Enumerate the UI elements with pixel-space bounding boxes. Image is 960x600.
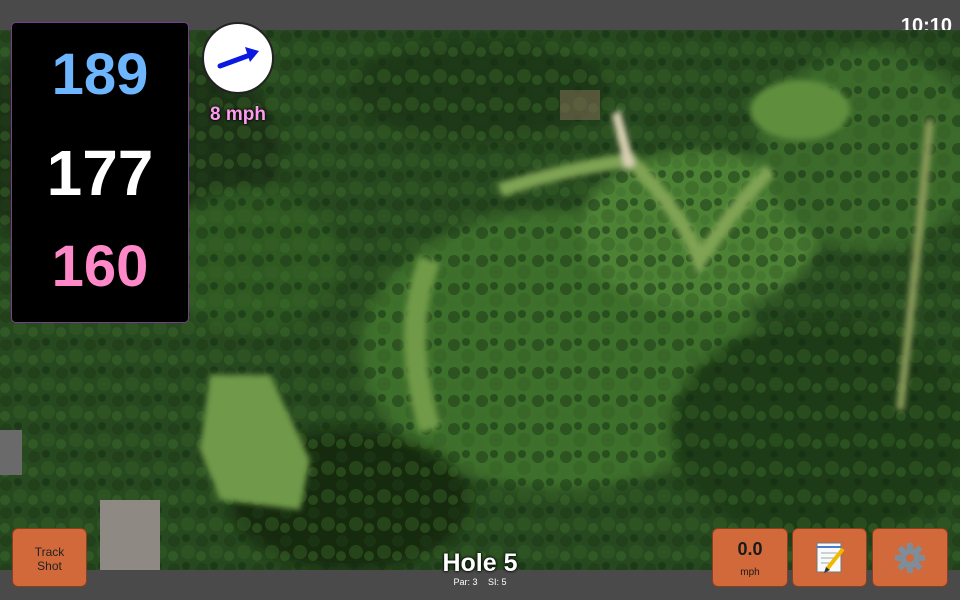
- wind-speed-label: 8 mph: [210, 104, 266, 125]
- wind-direction-indicator: [202, 22, 274, 94]
- notes-button[interactable]: [792, 528, 867, 587]
- back-distance: 189: [51, 42, 149, 107]
- hole-title: Hole 5: [442, 549, 518, 577]
- notepad-icon: [816, 542, 845, 573]
- gear-icon: [895, 543, 925, 573]
- middle-distance: 177: [46, 137, 154, 209]
- speed-value: 0.0: [737, 539, 763, 559]
- speed-button[interactable]: 0.0 mph: [712, 528, 788, 587]
- track-shot-label-line1: Track: [34, 545, 65, 559]
- arrow-icon: [217, 47, 259, 69]
- track-shot-label-line2: Shot: [37, 559, 62, 573]
- settings-button[interactable]: [872, 528, 948, 587]
- hole-meta: Par: 3 SI: 5: [380, 577, 580, 587]
- par-label: Par: 3: [453, 577, 478, 587]
- stroke-index-label: SI: 5: [488, 577, 507, 587]
- speed-unit: mph: [740, 567, 760, 578]
- front-distance: 160: [51, 234, 149, 299]
- distance-panel[interactable]: 189 177 160: [11, 22, 189, 323]
- track-shot-button[interactable]: Track Shot: [12, 528, 87, 587]
